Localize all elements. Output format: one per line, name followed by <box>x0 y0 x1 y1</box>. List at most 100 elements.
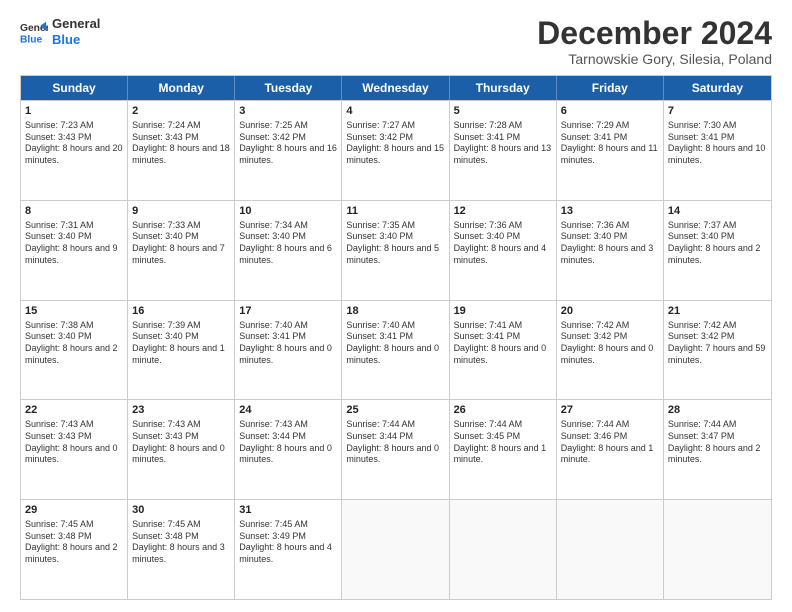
header-sunday: Sunday <box>21 76 128 100</box>
cal-row-1: 1 Sunrise: 7:23 AMSunset: 3:43 PMDayligh… <box>21 100 771 200</box>
cell-content: Sunrise: 7:43 AMSunset: 3:44 PMDaylight:… <box>239 419 337 466</box>
day-num: 8 <box>25 204 123 219</box>
cell-content: Sunrise: 7:40 AMSunset: 3:41 PMDaylight:… <box>346 320 444 367</box>
cell-21: 21 Sunrise: 7:42 AMSunset: 3:42 PMDaylig… <box>664 301 771 400</box>
calendar: Sunday Monday Tuesday Wednesday Thursday… <box>20 75 772 600</box>
day-num: 21 <box>668 304 767 319</box>
cell-24: 24 Sunrise: 7:43 AMSunset: 3:44 PMDaylig… <box>235 400 342 499</box>
cell-content: Sunrise: 7:40 AMSunset: 3:41 PMDaylight:… <box>239 320 337 367</box>
cell-content: Sunrise: 7:39 AMSunset: 3:40 PMDaylight:… <box>132 320 230 367</box>
day-num: 6 <box>561 104 659 119</box>
cell-20: 20 Sunrise: 7:42 AMSunset: 3:42 PMDaylig… <box>557 301 664 400</box>
cell-1: 1 Sunrise: 7:23 AMSunset: 3:43 PMDayligh… <box>21 101 128 200</box>
svg-text:Blue: Blue <box>20 34 43 45</box>
cell-content: Sunrise: 7:38 AMSunset: 3:40 PMDaylight:… <box>25 320 123 367</box>
cell-11: 11 Sunrise: 7:35 AMSunset: 3:40 PMDaylig… <box>342 201 449 300</box>
cell-content: Sunrise: 7:44 AMSunset: 3:47 PMDaylight:… <box>668 419 767 466</box>
day-num: 1 <box>25 104 123 119</box>
day-num: 29 <box>25 503 123 518</box>
logo: General Blue General Blue <box>20 16 100 47</box>
header: General Blue General Blue December 2024 … <box>20 16 772 67</box>
cal-row-5: 29 Sunrise: 7:45 AMSunset: 3:48 PMDaylig… <box>21 499 771 599</box>
title-block: December 2024 Tarnowskie Gory, Silesia, … <box>537 16 772 67</box>
cell-7: 7 Sunrise: 7:30 AMSunset: 3:41 PMDayligh… <box>664 101 771 200</box>
cell-content: Sunrise: 7:24 AMSunset: 3:43 PMDaylight:… <box>132 120 230 167</box>
cell-content: Sunrise: 7:45 AMSunset: 3:48 PMDaylight:… <box>132 519 230 566</box>
cell-content: Sunrise: 7:31 AMSunset: 3:40 PMDaylight:… <box>25 220 123 267</box>
page: General Blue General Blue December 2024 … <box>0 0 792 612</box>
cell-empty-3 <box>557 500 664 599</box>
cell-content: Sunrise: 7:36 AMSunset: 3:40 PMDaylight:… <box>454 220 552 267</box>
cell-29: 29 Sunrise: 7:45 AMSunset: 3:48 PMDaylig… <box>21 500 128 599</box>
day-num: 23 <box>132 403 230 418</box>
day-num: 11 <box>346 204 444 219</box>
cell-content: Sunrise: 7:33 AMSunset: 3:40 PMDaylight:… <box>132 220 230 267</box>
cell-4: 4 Sunrise: 7:27 AMSunset: 3:42 PMDayligh… <box>342 101 449 200</box>
cell-19: 19 Sunrise: 7:41 AMSunset: 3:41 PMDaylig… <box>450 301 557 400</box>
day-num: 17 <box>239 304 337 319</box>
day-num: 30 <box>132 503 230 518</box>
cal-row-4: 22 Sunrise: 7:43 AMSunset: 3:43 PMDaylig… <box>21 399 771 499</box>
cell-23: 23 Sunrise: 7:43 AMSunset: 3:43 PMDaylig… <box>128 400 235 499</box>
day-num: 24 <box>239 403 337 418</box>
day-num: 25 <box>346 403 444 418</box>
cell-content: Sunrise: 7:45 AMSunset: 3:49 PMDaylight:… <box>239 519 337 566</box>
cell-content: Sunrise: 7:35 AMSunset: 3:40 PMDaylight:… <box>346 220 444 267</box>
day-num: 3 <box>239 104 337 119</box>
cell-27: 27 Sunrise: 7:44 AMSunset: 3:46 PMDaylig… <box>557 400 664 499</box>
cell-5: 5 Sunrise: 7:28 AMSunset: 3:41 PMDayligh… <box>450 101 557 200</box>
cell-content: Sunrise: 7:29 AMSunset: 3:41 PMDaylight:… <box>561 120 659 167</box>
cell-content: Sunrise: 7:42 AMSunset: 3:42 PMDaylight:… <box>668 320 767 367</box>
day-num: 15 <box>25 304 123 319</box>
header-wednesday: Wednesday <box>342 76 449 100</box>
day-num: 14 <box>668 204 767 219</box>
cell-9: 9 Sunrise: 7:33 AMSunset: 3:40 PMDayligh… <box>128 201 235 300</box>
cell-content: Sunrise: 7:37 AMSunset: 3:40 PMDaylight:… <box>668 220 767 267</box>
day-num: 2 <box>132 104 230 119</box>
day-num: 20 <box>561 304 659 319</box>
logo-blue: Blue <box>52 32 100 48</box>
cell-empty-2 <box>450 500 557 599</box>
cell-content: Sunrise: 7:42 AMSunset: 3:42 PMDaylight:… <box>561 320 659 367</box>
cell-22: 22 Sunrise: 7:43 AMSunset: 3:43 PMDaylig… <box>21 400 128 499</box>
cell-25: 25 Sunrise: 7:44 AMSunset: 3:44 PMDaylig… <box>342 400 449 499</box>
cell-empty-1 <box>342 500 449 599</box>
cell-3: 3 Sunrise: 7:25 AMSunset: 3:42 PMDayligh… <box>235 101 342 200</box>
cell-17: 17 Sunrise: 7:40 AMSunset: 3:41 PMDaylig… <box>235 301 342 400</box>
cell-content: Sunrise: 7:44 AMSunset: 3:46 PMDaylight:… <box>561 419 659 466</box>
cal-row-3: 15 Sunrise: 7:38 AMSunset: 3:40 PMDaylig… <box>21 300 771 400</box>
cell-content: Sunrise: 7:45 AMSunset: 3:48 PMDaylight:… <box>25 519 123 566</box>
cell-18: 18 Sunrise: 7:40 AMSunset: 3:41 PMDaylig… <box>342 301 449 400</box>
day-num: 27 <box>561 403 659 418</box>
cell-content: Sunrise: 7:28 AMSunset: 3:41 PMDaylight:… <box>454 120 552 167</box>
header-tuesday: Tuesday <box>235 76 342 100</box>
header-saturday: Saturday <box>664 76 771 100</box>
header-monday: Monday <box>128 76 235 100</box>
cell-31: 31 Sunrise: 7:45 AMSunset: 3:49 PMDaylig… <box>235 500 342 599</box>
cell-6: 6 Sunrise: 7:29 AMSunset: 3:41 PMDayligh… <box>557 101 664 200</box>
cell-content: Sunrise: 7:41 AMSunset: 3:41 PMDaylight:… <box>454 320 552 367</box>
cell-content: Sunrise: 7:23 AMSunset: 3:43 PMDaylight:… <box>25 120 123 167</box>
cell-15: 15 Sunrise: 7:38 AMSunset: 3:40 PMDaylig… <box>21 301 128 400</box>
day-num: 5 <box>454 104 552 119</box>
cell-12: 12 Sunrise: 7:36 AMSunset: 3:40 PMDaylig… <box>450 201 557 300</box>
cell-content: Sunrise: 7:43 AMSunset: 3:43 PMDaylight:… <box>25 419 123 466</box>
calendar-body: 1 Sunrise: 7:23 AMSunset: 3:43 PMDayligh… <box>21 100 771 599</box>
cell-content: Sunrise: 7:36 AMSunset: 3:40 PMDaylight:… <box>561 220 659 267</box>
header-friday: Friday <box>557 76 664 100</box>
day-num: 28 <box>668 403 767 418</box>
day-num: 19 <box>454 304 552 319</box>
day-num: 22 <box>25 403 123 418</box>
logo-general: General <box>52 16 100 32</box>
cell-content: Sunrise: 7:44 AMSunset: 3:45 PMDaylight:… <box>454 419 552 466</box>
calendar-subtitle: Tarnowskie Gory, Silesia, Poland <box>537 51 772 67</box>
day-num: 26 <box>454 403 552 418</box>
day-num: 13 <box>561 204 659 219</box>
day-num: 7 <box>668 104 767 119</box>
header-thursday: Thursday <box>450 76 557 100</box>
day-num: 18 <box>346 304 444 319</box>
day-num: 10 <box>239 204 337 219</box>
cell-empty-4 <box>664 500 771 599</box>
cal-row-2: 8 Sunrise: 7:31 AMSunset: 3:40 PMDayligh… <box>21 200 771 300</box>
cell-content: Sunrise: 7:34 AMSunset: 3:40 PMDaylight:… <box>239 220 337 267</box>
